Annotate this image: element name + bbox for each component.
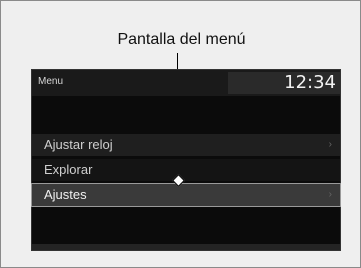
display-screen: Menu 12:34 Ajustar reloj › Explorar Ajus… xyxy=(31,69,341,251)
menu-item-ajustes[interactable]: Ajustes › xyxy=(31,183,341,207)
menu-list: Ajustar reloj › Explorar Ajustes › xyxy=(31,134,341,209)
menu-item-label: Ajustar reloj xyxy=(44,137,113,152)
figure-frame: Pantalla del menú Menu 12:34 Ajustar rel… xyxy=(0,0,361,268)
clock-readout: 12:34 xyxy=(284,72,336,93)
callout-label: Pantalla del menú xyxy=(117,31,246,48)
menu-item-ajustar-reloj[interactable]: Ajustar reloj › xyxy=(32,134,340,156)
clock-area: 12:34 xyxy=(228,72,340,94)
bottom-bar xyxy=(32,244,340,250)
menu-item-label: Ajustes xyxy=(44,187,87,202)
chevron-right-icon: › xyxy=(328,139,332,150)
menu-item-label: Explorar xyxy=(44,162,93,177)
screen-title: Menu xyxy=(38,76,64,87)
menu-item-explorar[interactable]: Explorar xyxy=(32,159,340,181)
chevron-right-icon: › xyxy=(328,189,332,200)
status-bar: Menu 12:34 xyxy=(32,70,340,96)
